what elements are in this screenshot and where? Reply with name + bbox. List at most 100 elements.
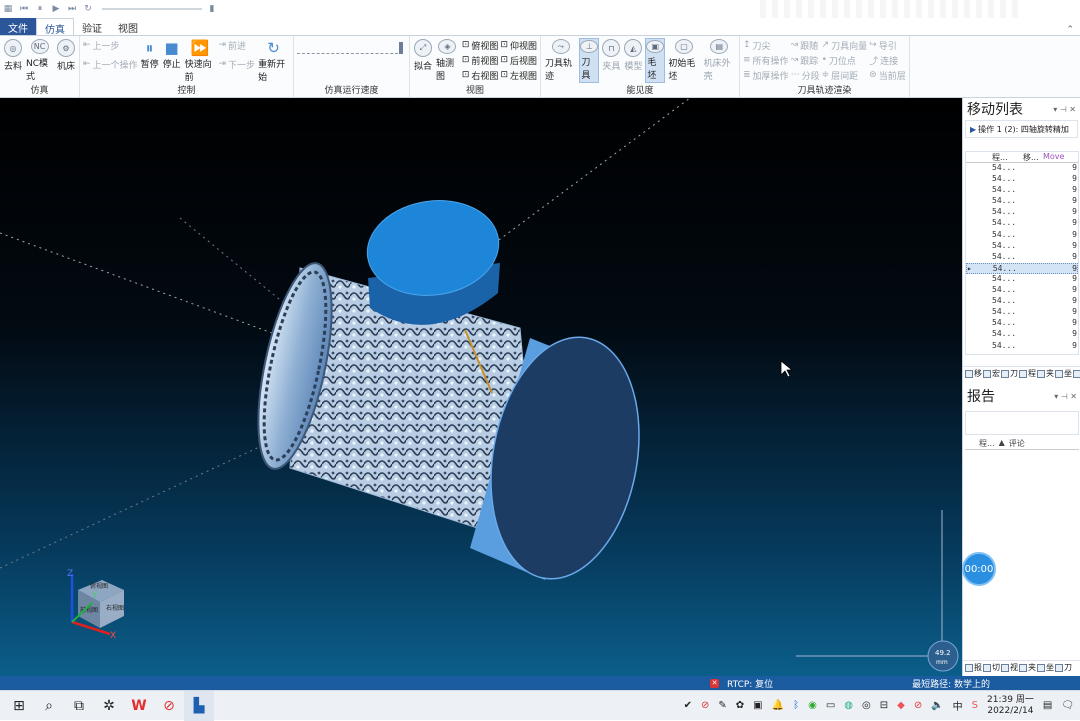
table-row[interactable]: 54... 9	[966, 285, 1078, 296]
segment-button[interactable]: ⋯ 分段	[791, 68, 820, 82]
report-col-sort-icon[interactable]: ▲	[999, 438, 1005, 449]
panel-tab[interactable]: 刀	[1055, 662, 1072, 673]
stop-button[interactable]: ■ 停止	[162, 38, 182, 83]
move-list-table[interactable]: 程... 移... Move 54... 9 54... 9 54... 9 54... 9 5…	[965, 151, 1079, 355]
left-view-button[interactable]: ⊡ 左视图	[500, 68, 537, 82]
tool-button[interactable]: ⊥ 刀具	[579, 38, 600, 83]
toolpath-button[interactable]: ⤳ 刀具轨迹	[544, 38, 577, 83]
panel-tab[interactable]: 程	[1019, 368, 1036, 379]
app-pinwheel-icon[interactable]: ✲	[94, 691, 124, 721]
ime-indicator[interactable]: 中	[953, 698, 963, 713]
battery-icon[interactable]: ▭	[826, 700, 835, 711]
play-icon[interactable]: ▶	[50, 4, 62, 14]
expand-arrow-icon[interactable]: ▶	[970, 125, 976, 134]
search-icon[interactable]: ⌕	[34, 691, 64, 721]
thick-op-button[interactable]: ≣ 加厚操作	[743, 68, 789, 82]
tray-monitor-icon[interactable]: ▣	[753, 700, 762, 711]
tray-wechat-icon[interactable]: ◍	[844, 700, 853, 711]
layer-gap-button[interactable]: ≑ 层间距	[822, 68, 868, 82]
machine-shell-button[interactable]: ▤ 机床外壳	[703, 38, 736, 83]
tray-bell-icon[interactable]: 🔔	[772, 700, 784, 711]
tray-drive-icon[interactable]: ⊟	[880, 700, 888, 711]
step-back-icon[interactable]: ⏮	[18, 4, 30, 14]
table-row[interactable]: 54... 9	[966, 174, 1078, 185]
tray-pen-icon[interactable]: ✎	[718, 700, 726, 711]
follow-button[interactable]: ↝ 跟随	[791, 38, 820, 52]
back-view-button[interactable]: ⊡ 后视图	[500, 53, 537, 67]
bottom-view-button[interactable]: ⊡ 仰视图	[500, 38, 537, 52]
tray-s-icon[interactable]: S	[972, 700, 978, 711]
tab-verify[interactable]: 验证	[74, 18, 110, 35]
prev-step-button[interactable]: ⇤ 上一步	[83, 38, 138, 52]
prev-op-button[interactable]: ⇤ 上一个操作	[83, 57, 138, 71]
table-row[interactable]: 54... 9	[966, 307, 1078, 318]
all-ops-button[interactable]: ≡ 所有操作	[743, 53, 789, 67]
front-view-button[interactable]: ⊡ 前视图	[462, 53, 499, 67]
table-row[interactable]: 54... 9	[966, 274, 1078, 285]
link-button[interactable]: ⤴ 连接	[869, 53, 906, 67]
stock-button[interactable]: ▣ 毛坯	[645, 38, 666, 83]
panel-tab[interactable]: 刀	[1001, 368, 1018, 379]
sim-speed-slider[interactable]	[297, 42, 403, 54]
remove-material-button[interactable]: ◎ 去料	[3, 38, 23, 83]
model-button[interactable]: ◭ 模型	[623, 38, 643, 83]
cam-app-icon[interactable]: ▙	[184, 690, 214, 721]
panel-tab[interactable]: 切	[983, 662, 1000, 673]
tray-green-icon[interactable]: ◉	[808, 700, 817, 711]
tab-simulation[interactable]: 仿真	[36, 18, 74, 36]
report-pin-icon[interactable]: ▾ ⊣ ✕	[1054, 392, 1077, 401]
tray-orange-icon[interactable]: ◆	[897, 700, 905, 711]
trace-button[interactable]: ↝ 跟踪	[791, 53, 820, 67]
bluetooth-icon[interactable]: ᛒ	[793, 700, 799, 711]
table-row[interactable]: 54... 9	[966, 329, 1078, 340]
report-col-program[interactable]: 程...	[979, 438, 995, 449]
notes-icon[interactable]: ▤	[1043, 700, 1052, 711]
tool-vector-button[interactable]: ↗ 刀具向量	[822, 38, 868, 52]
machine-button[interactable]: ⚙ 机床	[56, 38, 76, 83]
tray-wps-icon[interactable]: ⊘	[914, 700, 922, 711]
loop-icon[interactable]: ↻	[82, 4, 94, 14]
table-row[interactable]: 54... 9	[966, 241, 1078, 252]
pause-button[interactable]: ⏸ 暂停	[140, 38, 160, 83]
sim-speed-thumb[interactable]	[399, 42, 403, 54]
table-row[interactable]: 54... 9	[966, 230, 1078, 241]
panel-tab[interactable]: 夹	[1037, 368, 1054, 379]
panel-tab[interactable]: 宏	[983, 368, 1000, 379]
top-view-button[interactable]: ⊡ 俯视图	[462, 38, 499, 52]
panel-pin-icon[interactable]: ▾ ⊣ ✕	[1053, 105, 1076, 114]
panel-tab[interactable]: 刀	[1073, 368, 1080, 379]
windows-start-icon[interactable]: ⊞	[4, 691, 34, 721]
panel-tab[interactable]: 视	[1001, 662, 1018, 673]
current-layer-button[interactable]: ⊜ 当前层	[869, 68, 906, 82]
report-filter-box[interactable]	[965, 411, 1079, 435]
table-row[interactable]: 54... 9	[966, 296, 1078, 307]
tray-app-icon[interactable]: ✔	[684, 700, 692, 711]
tooltip-button[interactable]: ↥ 刀尖	[743, 38, 789, 52]
simulation-viewport[interactable]: 俯视图 前视图 右视图 Z X Y 49.2 mm	[0, 98, 962, 676]
col-move[interactable]: Move	[1041, 152, 1064, 162]
panel-tab[interactable]: 移	[965, 368, 982, 379]
tray-gear-icon[interactable]: ✿	[736, 700, 744, 711]
fit-button[interactable]: ⤢ 拟合	[413, 38, 433, 83]
volume-icon[interactable]: 🔈	[931, 700, 943, 711]
wps-icon[interactable]: W	[124, 691, 154, 721]
table-row[interactable]: 54... 9	[966, 252, 1078, 263]
network-icon[interactable]: ◎	[862, 700, 871, 711]
right-view-button[interactable]: ⊡ 右视图	[462, 68, 499, 82]
table-row[interactable]: ▸ 54... 9	[966, 262, 1078, 274]
ribbon-collapse-icon[interactable]: ⌃	[1060, 25, 1080, 35]
table-row[interactable]: 54... 9	[966, 196, 1078, 207]
pause-icon[interactable]: ⏸	[34, 4, 46, 14]
task-view-icon[interactable]: ⧉	[64, 691, 94, 721]
tray-red-icon[interactable]: ⊘	[701, 700, 709, 711]
col-move-short[interactable]: 移...	[1021, 152, 1041, 162]
restart-button[interactable]: ↻ 重新开始	[257, 38, 290, 83]
col-program[interactable]: 程...	[990, 152, 1021, 162]
fast-forward-icon[interactable]: ⏭	[66, 4, 78, 14]
iso-view-button[interactable]: ◈ 轴测图	[435, 38, 460, 83]
table-row[interactable]: 54... 9	[966, 163, 1078, 174]
view-cube[interactable]: 俯视图 前视图 右视图 Z X Y	[67, 569, 124, 641]
initial-stock-button[interactable]: ▢ 初始毛坯	[667, 38, 700, 83]
panel-tab[interactable]: 坐	[1037, 662, 1054, 673]
slider-thumb-icon[interactable]: ▮	[206, 4, 218, 14]
